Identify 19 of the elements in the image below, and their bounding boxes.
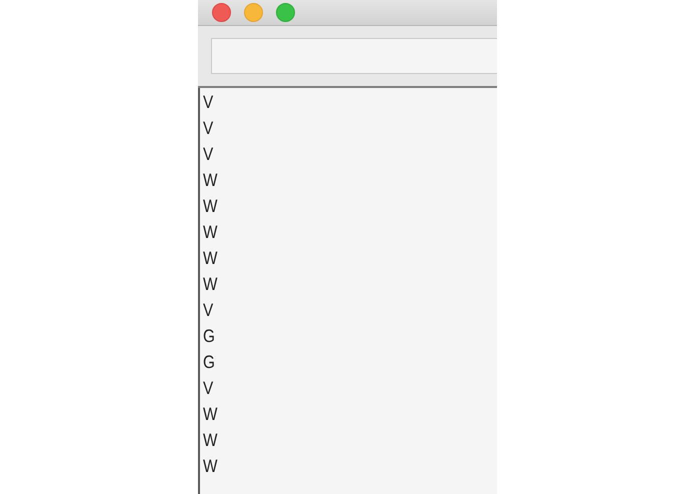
input-field[interactable] xyxy=(211,38,497,74)
list-item[interactable]: G xyxy=(203,352,215,372)
list-item[interactable]: W xyxy=(203,404,218,424)
list-item[interactable]: W xyxy=(203,430,218,450)
list-item[interactable]: W xyxy=(203,274,218,294)
list-item[interactable]: V xyxy=(203,92,214,112)
minimize-button[interactable] xyxy=(244,3,263,22)
list-item[interactable]: V xyxy=(203,144,214,164)
list-item[interactable]: W xyxy=(203,456,218,476)
list-item[interactable]: W xyxy=(203,170,218,190)
zoom-button[interactable] xyxy=(276,3,295,22)
list-item[interactable]: W xyxy=(203,222,218,242)
list-item[interactable]: W xyxy=(203,248,218,268)
list-item[interactable]: W xyxy=(203,196,218,216)
list-item[interactable]: V xyxy=(203,118,214,138)
list-item[interactable]: V xyxy=(203,300,214,320)
list-item[interactable]: V xyxy=(203,378,214,398)
list-item[interactable]: G xyxy=(203,326,215,346)
close-button[interactable] xyxy=(212,3,231,22)
